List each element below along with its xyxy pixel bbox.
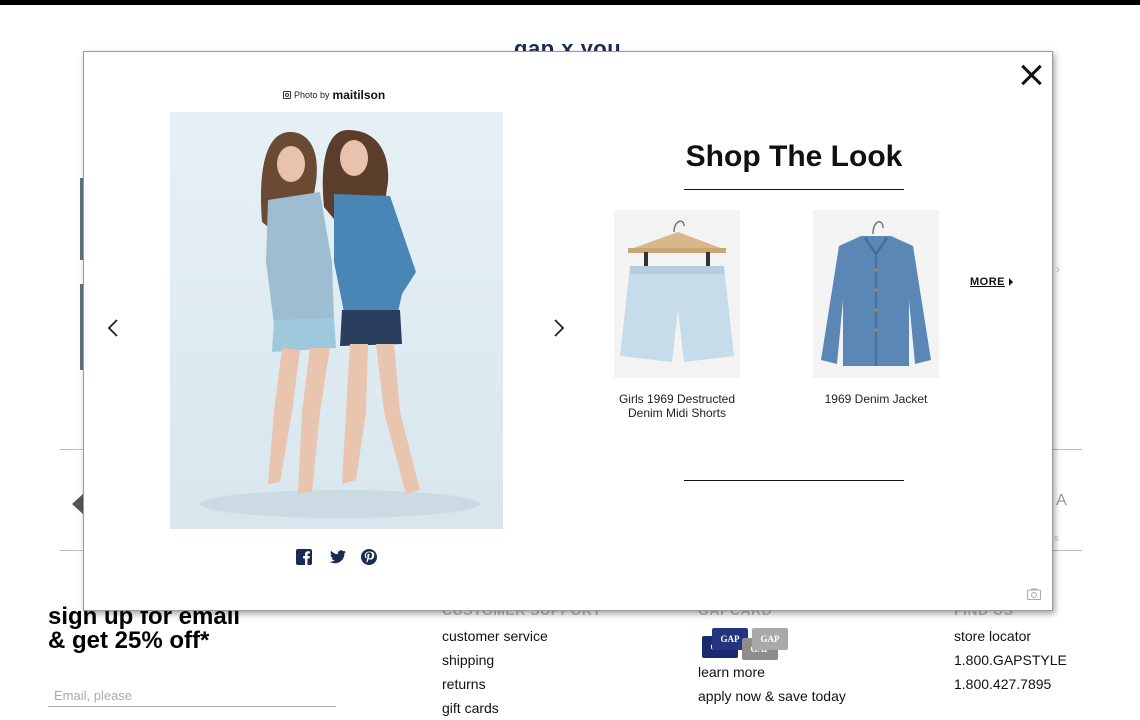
chevron-left-icon[interactable] [106,318,120,338]
pinterest-icon[interactable] [360,548,378,566]
shipping-link[interactable]: shipping [442,648,601,672]
product-card[interactable]: Girls 1969 Destructed Denim Midi Shorts [607,210,747,420]
gift-cards-link[interactable]: gift cards [442,696,601,720]
more-link[interactable]: MORE [970,276,1013,288]
product-name[interactable]: 1969 Denim Jacket [806,392,946,406]
twitter-icon[interactable] [329,548,347,566]
phone-link[interactable]: 1.800.GAPSTYLE [954,648,1067,672]
find-us-column: FIND US store locator 1.800.GAPSTYLE 1.8… [954,602,1067,696]
top-bar [0,0,1140,5]
product-name[interactable]: Girls 1969 Destructed Denim Midi Shorts [607,392,747,420]
shop-the-look-title: Shop The Look [685,140,903,173]
gap-card-column: GAPCARD GAP GAP GAP GAP learn more apply… [698,602,846,708]
email-field[interactable] [48,684,336,707]
carousel-next-icon[interactable]: › [1056,262,1060,276]
returns-link[interactable]: returns [442,672,601,696]
learn-more-link[interactable]: learn more [698,660,846,684]
facebook-icon[interactable] [295,548,313,566]
look-photo [170,112,503,529]
email-signup-heading: sign up for email & get 25% off* [48,605,240,653]
product-image[interactable] [614,210,740,378]
more-label[interactable]: MORE [970,276,1005,288]
customer-support-column: CUSTOMER SUPPORT customer service shippi… [442,602,601,720]
gap-card: GAP [752,628,788,650]
signup-line: & get 25% off* [48,627,210,654]
phone-link[interactable]: 1.800.427.7895 [954,672,1067,696]
store-locator-link[interactable]: store locator [954,624,1067,648]
apply-now-link[interactable]: apply now & save today [698,684,846,708]
photo-credit: Photo by maitilson [283,88,385,102]
instagram-icon [283,91,291,99]
close-icon[interactable] [1016,60,1046,90]
divider [684,480,904,481]
caret-right-icon [1009,278,1013,286]
carousel-prev-icon[interactable] [72,494,83,514]
partial-text: A [1056,492,1067,509]
partial-text: s [1054,533,1059,543]
camera-icon[interactable] [1027,588,1041,600]
shop-the-look-modal: Photo by maitilson Shop The Look Girls 1… [83,51,1053,611]
divider [684,189,904,190]
gap-card-image: GAP GAP GAP GAP [698,624,798,660]
product-card[interactable]: 1969 Denim Jacket [806,210,946,406]
chevron-right-icon[interactable] [552,318,566,338]
customer-service-link[interactable]: customer service [442,624,601,648]
product-image[interactable] [813,210,939,378]
photo-credit-username[interactable]: maitilson [333,88,386,102]
photo-credit-prefix: Photo by [294,90,330,100]
